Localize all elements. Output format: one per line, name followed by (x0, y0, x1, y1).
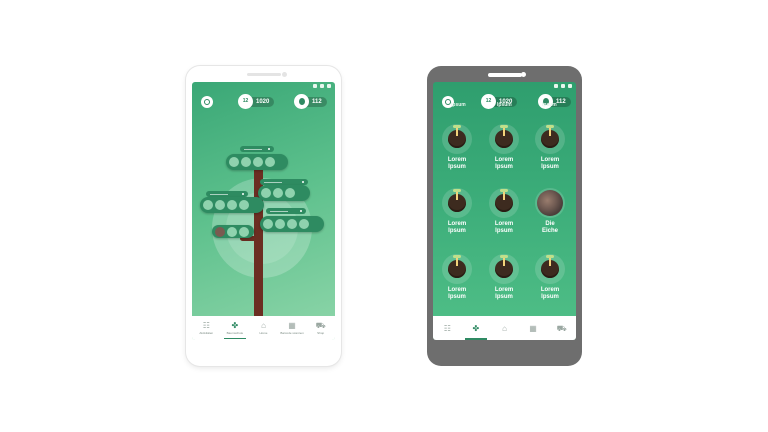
branch-pad[interactable] (260, 216, 324, 232)
activity-icon: ☷ (202, 321, 210, 330)
clover-icon: ✤ (231, 321, 239, 330)
nav-activities[interactable]: ☷ Aktivitäten (192, 316, 221, 340)
cart-icon: ⛟ (315, 321, 326, 330)
sprout-icon (541, 255, 559, 278)
branch-pad[interactable] (226, 154, 288, 170)
seed-card[interactable]: Lorem Ipsum (484, 254, 524, 301)
tree-illustration (192, 82, 335, 340)
status-bar (554, 84, 572, 88)
branch-pad[interactable] (212, 225, 254, 238)
sprout-icon (541, 125, 559, 148)
seed-card[interactable]: Lorem Ipsum (437, 188, 477, 235)
seed-card[interactable]: Lorem Ipsum (484, 124, 524, 171)
seed-card[interactable]: Lorem Ipsum (437, 124, 477, 171)
barcode-icon: ▦ (288, 321, 296, 330)
tree-screen: 12 1020 112 ☷ Aktivitäten ✤ Baumschule ⌂… (192, 82, 335, 340)
wifi-icon (561, 84, 565, 88)
partial-label: Ipsum (451, 102, 466, 108)
bottom-navigation: ☷ ✤ ⌂ ▦ ⛟ (433, 316, 576, 340)
branch-pad[interactable] (200, 197, 264, 213)
nav-home[interactable]: ⌂ Home (249, 316, 278, 340)
nav-tree-nursery[interactable]: ✤ Baumschule (221, 316, 250, 340)
nav-scan-barcode[interactable]: ▦ (519, 316, 548, 340)
phone-right: 12 1020 112 Ipsum Ipsum Ipsum Lorem Ipsum… (427, 66, 582, 366)
partial-label: Ipsum (497, 102, 512, 108)
home-icon: ⌂ (502, 323, 507, 333)
activity-icon: ☷ (443, 323, 451, 333)
oak-photo (537, 190, 563, 216)
phone-speaker (487, 73, 522, 77)
branch-pad[interactable] (258, 185, 310, 201)
nav-scan-barcode[interactable]: ▦ Barcode scannen (278, 316, 307, 340)
seed-card[interactable]: Lorem Ipsum (437, 254, 477, 301)
home-icon: ⌂ (261, 321, 266, 330)
seed-card[interactable]: Lorem Ipsum (530, 254, 570, 301)
sprout-icon (448, 125, 466, 148)
bottom-navigation: ☷ Aktivitäten ✤ Baumschule ⌂ Home ▦ Barc… (192, 316, 335, 340)
sprout-icon (448, 255, 466, 278)
partial-label: Ipsum (542, 102, 557, 108)
sprout-icon (495, 125, 513, 148)
sprout-icon (495, 255, 513, 278)
sprout-icon (495, 189, 513, 212)
nav-shop[interactable]: ⛟ Shop (306, 316, 335, 340)
seed-count: 112 (556, 99, 566, 105)
barcode-icon: ▦ (529, 323, 537, 333)
nav-activities[interactable]: ☷ (433, 316, 462, 340)
battery-icon (568, 84, 572, 88)
seed-card[interactable]: Lorem Ipsum (530, 124, 570, 171)
clover-icon: ✤ (472, 323, 480, 333)
signal-icon (554, 84, 558, 88)
seed-collection-screen: 12 1020 112 Ipsum Ipsum Ipsum Lorem Ipsum… (433, 82, 576, 340)
calendar-icon: 12 (481, 94, 496, 109)
seed-card[interactable]: Lorem Ipsum (484, 188, 524, 235)
phone-camera (521, 72, 526, 77)
sprout-icon (448, 189, 466, 212)
phone-speaker (246, 73, 281, 76)
tree-card-oak[interactable]: Die Eiche (530, 188, 570, 235)
phone-left: 12 1020 112 ☷ Aktivitäten ✤ Baumschule ⌂… (186, 66, 341, 366)
nav-shop[interactable]: ⛟ (547, 316, 576, 340)
nav-tree-nursery[interactable]: ✤ (462, 316, 491, 340)
seed-grid: Lorem Ipsum Lorem Ipsum Lorem Ipsum Lorem Ip… (433, 116, 576, 316)
phone-camera (282, 72, 287, 77)
cart-icon: ⛟ (556, 323, 567, 333)
nav-home[interactable]: ⌂ (490, 316, 519, 340)
